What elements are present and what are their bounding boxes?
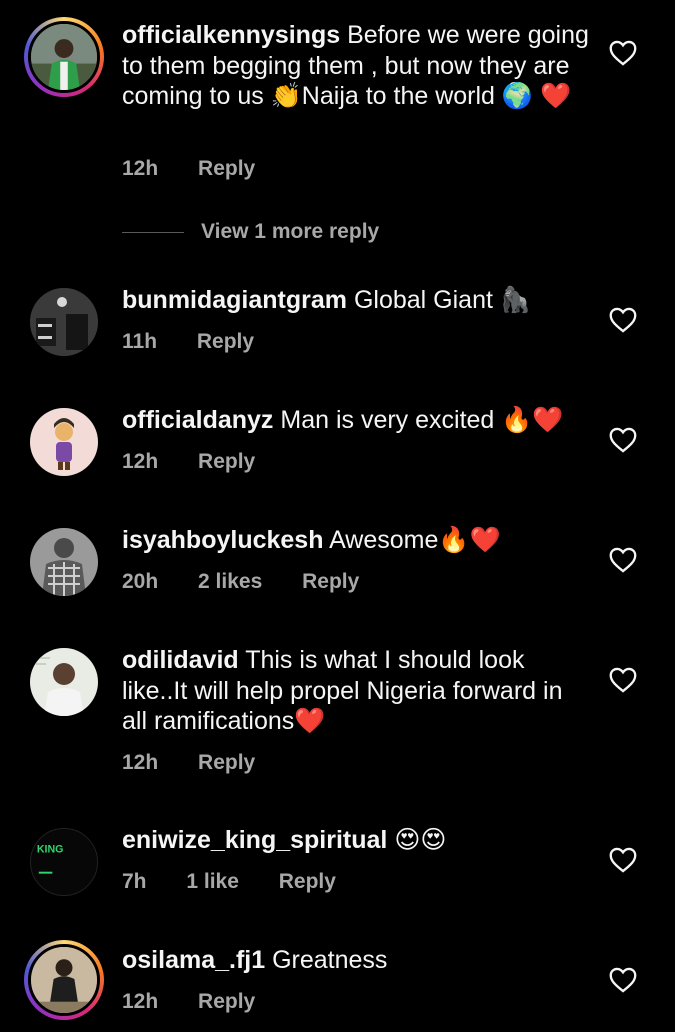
comment-time: 20h: [122, 570, 159, 593]
avatar-logo-text: KING: [37, 843, 64, 855]
comment-username[interactable]: eniwize_king_spiritual: [122, 826, 387, 854]
likes-count[interactable]: 1 like: [186, 870, 239, 893]
avatar[interactable]: [30, 648, 98, 716]
reply-button[interactable]: Reply: [198, 157, 255, 180]
comment-body: bunmidagiantgram Global Giant 🦍: [122, 285, 592, 316]
comment-body: osilama_.fj1 Greatness: [122, 945, 592, 976]
avatar[interactable]: [30, 408, 98, 476]
comment-body: eniwize_king_spiritual 😍😍: [122, 825, 592, 856]
like-heart-icon[interactable]: [609, 307, 637, 333]
reply-button[interactable]: Reply: [198, 990, 255, 1013]
avatar[interactable]: [30, 288, 98, 356]
like-heart-icon[interactable]: [609, 427, 637, 453]
reply-button[interactable]: Reply: [302, 570, 359, 593]
comment-username[interactable]: osilama_.fj1: [122, 946, 265, 974]
comment-username[interactable]: bunmidagiantgram: [122, 286, 347, 314]
comment-time: 7h: [122, 870, 147, 893]
comment-body: officialdanyz Man is very excited 🔥❤️: [122, 405, 592, 436]
avatar-with-story-ring[interactable]: [24, 17, 104, 97]
likes-count[interactable]: 2 likes: [198, 570, 262, 593]
comment-time: 12h: [122, 751, 159, 774]
person-photo-icon: [30, 288, 98, 356]
person-photo-icon: [30, 648, 98, 716]
avatar[interactable]: KING: [30, 828, 98, 896]
comment-time: 12h: [122, 157, 159, 180]
like-heart-icon[interactable]: [609, 667, 637, 693]
avatar-with-story-ring[interactable]: [24, 940, 104, 1020]
comment-username[interactable]: officialdanyz: [122, 406, 273, 434]
comment-text: 😍😍: [394, 826, 447, 854]
comment-body: isyahboyluckesh Awesome🔥❤️: [122, 525, 592, 556]
comment-username[interactable]: isyahboyluckesh: [122, 526, 323, 554]
view-more-label[interactable]: View 1 more reply: [201, 220, 379, 244]
comment-meta: 12h Reply: [122, 751, 289, 775]
comment-time: 12h: [122, 450, 159, 473]
view-more-replies[interactable]: View 1 more reply: [122, 220, 379, 244]
comment-body: odilidavid This is what I should look li…: [122, 645, 592, 737]
cartoon-avatar-icon: [30, 408, 98, 476]
avatar-image: [28, 21, 100, 93]
comment-text: Global Giant 🦍: [353, 286, 532, 314]
comment-username[interactable]: odilidavid: [122, 646, 239, 674]
comment-text: Man is very excited 🔥❤️: [280, 406, 564, 434]
comment-meta: 12h Reply: [122, 990, 289, 1014]
like-heart-icon[interactable]: [609, 847, 637, 873]
like-heart-icon[interactable]: [609, 40, 637, 66]
comment-meta: 11h Reply: [122, 330, 288, 354]
like-heart-icon[interactable]: [609, 547, 637, 573]
person-photo-icon: [31, 947, 97, 1013]
comment-text: Greatness: [272, 946, 388, 974]
comment-time: 12h: [122, 990, 159, 1013]
avatar[interactable]: [30, 528, 98, 596]
person-photo-icon: [31, 24, 97, 90]
comment-text: Awesome🔥❤️: [329, 526, 501, 554]
reply-button[interactable]: Reply: [197, 330, 254, 353]
comment-body: officialkennysings Before we were going …: [122, 20, 592, 112]
person-photo-icon: [30, 528, 98, 596]
comment-meta: 20h 2 likes Reply: [122, 570, 393, 594]
reply-button[interactable]: Reply: [198, 751, 255, 774]
comment-time: 11h: [122, 330, 158, 353]
avatar-image: [28, 944, 100, 1016]
view-more-divider: [122, 231, 184, 233]
reply-button[interactable]: Reply: [279, 870, 336, 893]
like-heart-icon[interactable]: [609, 967, 637, 993]
comment-username[interactable]: officialkennysings: [122, 21, 340, 49]
logo-avatar-icon: KING: [31, 829, 97, 895]
reply-button[interactable]: Reply: [198, 450, 255, 473]
comment-meta: 12h Reply: [122, 157, 289, 181]
comment-meta: 7h 1 like Reply: [122, 870, 370, 894]
comment-meta: 12h Reply: [122, 450, 289, 474]
